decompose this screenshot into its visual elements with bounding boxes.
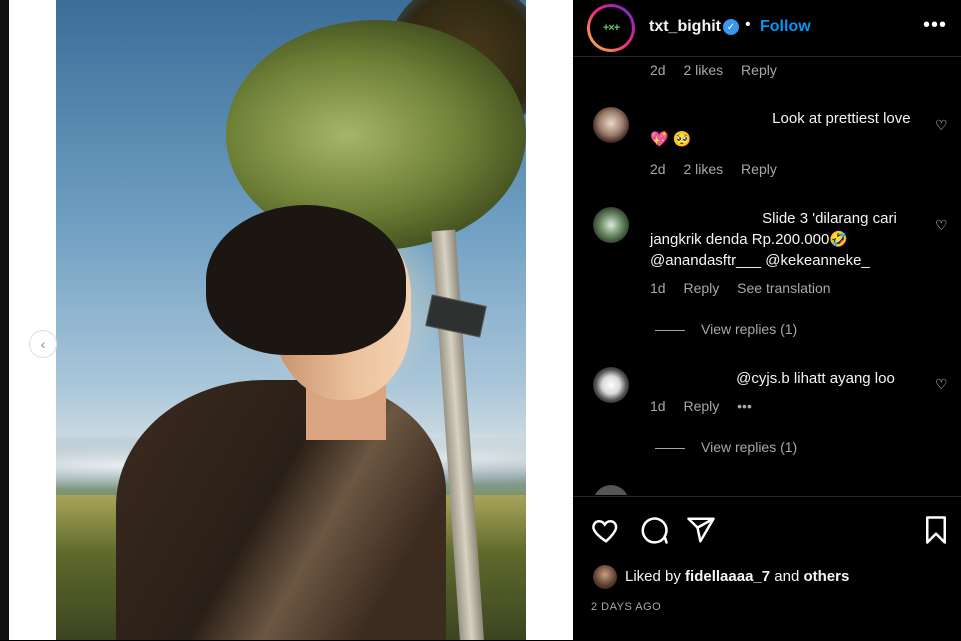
bookmark-icon[interactable] (921, 515, 951, 545)
view-replies-button[interactable]: View replies (1) (655, 439, 797, 455)
post-header: +×+ txt_bighit ✓ • Follow ••• (573, 0, 961, 57)
comment-meta: 2d 2 likes Reply (650, 161, 791, 177)
more-options-icon[interactable]: ••• (923, 14, 947, 37)
comment-time: 2d (650, 62, 666, 78)
liked-by-text: Liked by fidellaaaa_7 and others (625, 568, 849, 585)
commenter-avatar[interactable] (593, 367, 629, 403)
chevron-left-icon: ‹ (40, 336, 46, 352)
separator-dot: • (745, 16, 751, 33)
like-comment-heart-icon[interactable]: ♡ (935, 217, 948, 234)
share-icon[interactable] (686, 515, 716, 545)
comment-meta: 1d Reply See translation (650, 280, 845, 296)
media-pane: ‹ (9, 0, 573, 640)
post-photo[interactable] (56, 0, 526, 640)
replies-line (655, 329, 685, 331)
view-replies-label: View replies (1) (701, 439, 798, 455)
liked-by-and: and (774, 568, 800, 585)
avatar-inner: +×+ (590, 7, 632, 49)
comment-text: Look at prettiest love💖 🥺 (650, 108, 920, 150)
comment-body: Slide 3 'dilarang cari jangkrik denda Rp… (650, 210, 897, 269)
comment-time: 1d (650, 398, 666, 414)
reply-button[interactable]: Reply (741, 161, 777, 177)
avatar[interactable]: +×+ (587, 4, 635, 52)
comment-likes[interactable]: 2 likes (683, 62, 723, 78)
see-translation-link[interactable]: See translation (737, 280, 830, 296)
comment-body: @cyjs.b lihatt ayang loo (736, 370, 895, 387)
comment-meta: 2d 2 likes Reply (650, 62, 791, 78)
commenter-avatar[interactable] (593, 107, 629, 143)
comment-options-icon[interactable]: ••• (737, 398, 752, 414)
username-link[interactable]: txt_bighit (649, 18, 721, 36)
comment-text: @cyjs.b lihatt ayang loo (650, 368, 920, 389)
comment-time: 1d (650, 280, 666, 296)
reply-button[interactable]: Reply (683, 398, 719, 414)
liker-username-link[interactable]: fidellaaaa_7 (685, 568, 770, 585)
post-actions: Liked by fidellaaaa_7 and others 2 DAYS … (573, 496, 961, 641)
reply-button[interactable]: Reply (683, 280, 719, 296)
comment-likes[interactable]: 2 likes (683, 161, 723, 177)
verified-badge-icon: ✓ (723, 19, 739, 35)
heart-icon[interactable] (591, 515, 621, 545)
comments-list[interactable]: 2d 2 likes Reply Look at prettiest love💖… (573, 57, 961, 495)
person-jacket (116, 380, 446, 640)
like-comment-heart-icon[interactable]: ♡ (935, 376, 948, 393)
comment-meta: 1d Reply ••• (650, 398, 766, 414)
liked-by-prefix: Liked by (625, 568, 681, 585)
view-replies-label: View replies (1) (701, 321, 798, 337)
commenter-avatar[interactable] (593, 485, 629, 495)
reply-button[interactable]: Reply (741, 62, 777, 78)
comment-icon[interactable] (639, 515, 669, 545)
comment-time: 2d (650, 161, 666, 177)
txt-logo-icon: +×+ (602, 22, 620, 34)
others-link[interactable]: others (803, 568, 849, 585)
comment-body: Look at prettiest love💖 🥺 (650, 110, 911, 148)
person-hair (206, 205, 406, 355)
follow-button[interactable]: Follow (760, 18, 811, 36)
view-replies-button[interactable]: View replies (1) (655, 321, 797, 337)
replies-line (655, 447, 685, 449)
post-date[interactable]: 2 DAYS AGO (591, 601, 661, 613)
liker-avatar[interactable] (593, 565, 617, 589)
comment-text: Slide 3 'dilarang cari jangkrik denda Rp… (650, 208, 920, 271)
comments-panel: +×+ txt_bighit ✓ • Follow ••• 2d 2 likes… (573, 0, 961, 640)
like-comment-heart-icon[interactable]: ♡ (935, 117, 948, 134)
commenter-avatar[interactable] (593, 207, 629, 243)
previous-slide-button[interactable]: ‹ (29, 330, 57, 358)
window-edge (0, 0, 9, 640)
